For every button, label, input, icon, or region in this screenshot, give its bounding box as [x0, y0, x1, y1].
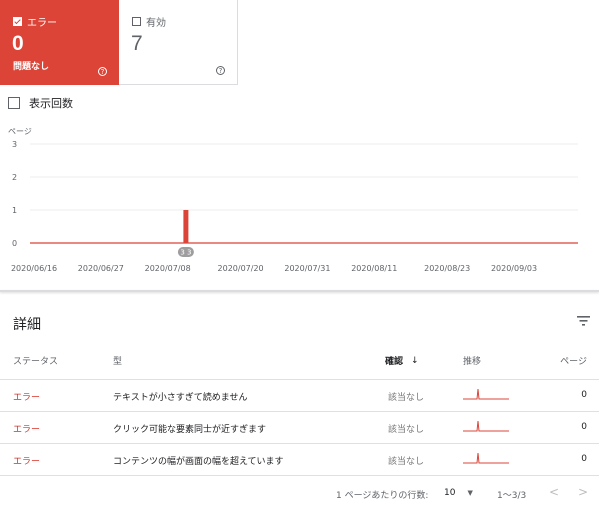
- error-chart: ページ 3 2 1 0 3 3 2020/06/16 2020/06/27 2020/07…: [8, 127, 578, 273]
- row-verify: 該当なし: [388, 457, 425, 467]
- valid-count: 7: [131, 32, 143, 55]
- x-tick-label: 2020/06/16: [11, 264, 57, 273]
- x-tick-label: 2020/06/27: [78, 264, 124, 273]
- row-verify: 該当なし: [388, 425, 425, 435]
- error-card-subtitle: 問題なし: [13, 62, 50, 72]
- pagination-range: 1～3/3: [497, 491, 527, 501]
- row-verify: 該当なし: [388, 393, 425, 403]
- impressions-toggle[interactable]: 表示回数: [8, 95, 73, 111]
- row-pages: 0: [581, 422, 587, 432]
- valid-card[interactable]: 有効 7 ?: [119, 0, 238, 85]
- checkbox-checked-icon: [13, 17, 22, 26]
- help-icon[interactable]: ?: [98, 67, 107, 76]
- row-divider: [0, 475, 599, 476]
- checkbox-unchecked-icon: [8, 97, 20, 109]
- row-status: エラー: [13, 425, 41, 435]
- x-tick-label: 2020/08/23: [424, 264, 470, 273]
- row-pages: 0: [581, 454, 587, 464]
- column-trend[interactable]: 推移: [463, 354, 481, 367]
- x-tick-label: 2020/09/03: [491, 264, 537, 273]
- chart-divider: [0, 290, 599, 292]
- y-tick-label: 3: [12, 140, 17, 149]
- error-card-label: エラー: [27, 18, 57, 29]
- rows-per-page-select[interactable]: 10 ▼: [444, 488, 473, 498]
- x-tick-label: 2020/07/31: [284, 264, 330, 273]
- checkbox-unchecked-icon: [132, 17, 141, 26]
- valid-toggle[interactable]: 有効: [132, 14, 166, 29]
- valid-card-label: 有効: [146, 18, 166, 29]
- annotation-marker-label: 3 3: [180, 249, 191, 257]
- bar[interactable]: [183, 210, 189, 243]
- help-icon[interactable]: ?: [216, 66, 225, 75]
- next-page-button[interactable]: >: [578, 485, 588, 499]
- column-verify-label: 確認: [385, 357, 404, 367]
- x-tick-label: 2020/07/20: [218, 264, 264, 273]
- row-status: エラー: [13, 457, 41, 467]
- x-tick-label: 2020/07/08: [145, 264, 191, 273]
- sort-arrow-down-icon: ↓: [411, 355, 419, 366]
- impressions-label: 表示回数: [29, 97, 73, 110]
- row-type: クリック可能な要素同士が近すぎます: [113, 425, 267, 435]
- column-verify[interactable]: 確認 ↓: [385, 354, 419, 368]
- row-type: コンテンツの幅が画面の幅を超えています: [113, 457, 284, 467]
- row-divider: [0, 411, 599, 412]
- column-status[interactable]: ステータス: [13, 354, 58, 367]
- y-axis-title: ページ: [8, 127, 32, 136]
- row-sparkline: [463, 388, 509, 400]
- filter-icon[interactable]: [577, 316, 590, 326]
- row-divider: [0, 379, 599, 380]
- dropdown-arrow-icon: ▼: [467, 489, 473, 497]
- error-toggle[interactable]: エラー: [13, 14, 57, 29]
- row-pages: 0: [581, 390, 587, 400]
- column-type[interactable]: 型: [113, 354, 122, 367]
- column-pages[interactable]: ページ: [560, 354, 587, 367]
- error-count: 0: [12, 32, 24, 55]
- row-sparkline: [463, 452, 509, 464]
- y-tick-label: 1: [12, 206, 17, 215]
- previous-page-button[interactable]: <: [549, 485, 559, 499]
- y-tick-label: 0: [12, 239, 17, 248]
- y-tick-label: 2: [12, 173, 17, 182]
- row-type: テキストが小さすぎて読めません: [113, 393, 248, 403]
- x-tick-label: 2020/08/11: [351, 264, 397, 273]
- row-divider: [0, 443, 599, 444]
- rows-per-page-label: 1 ページあたりの行数:: [336, 491, 429, 501]
- rows-per-page-value: 10: [444, 488, 456, 498]
- error-card[interactable]: エラー 0 問題なし ?: [0, 0, 119, 85]
- row-status: エラー: [13, 393, 41, 403]
- details-title: 詳細: [13, 317, 41, 333]
- row-sparkline: [463, 420, 509, 432]
